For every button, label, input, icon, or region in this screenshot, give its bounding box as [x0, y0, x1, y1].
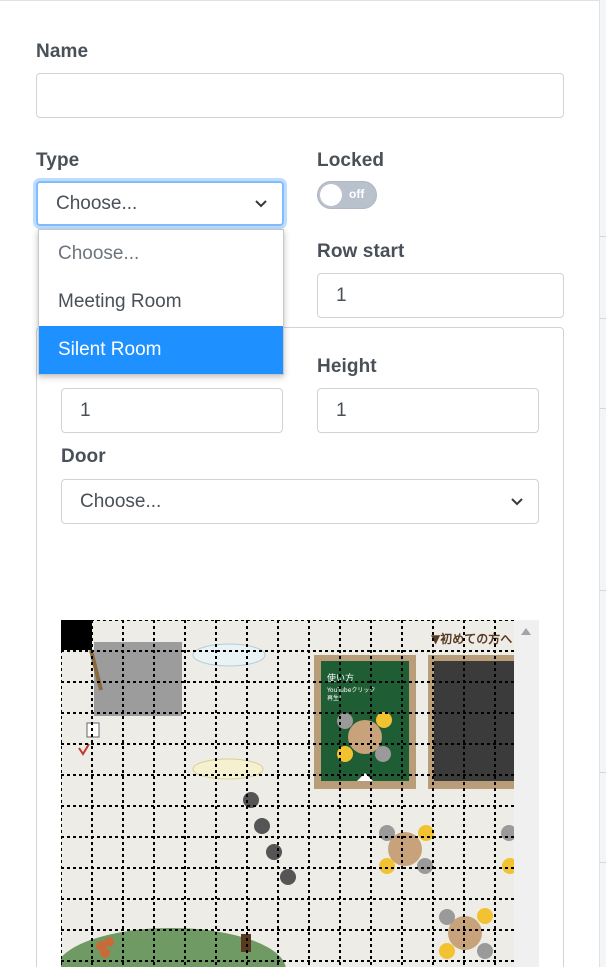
door-label: Door	[61, 446, 106, 467]
height-label: Height	[317, 356, 377, 377]
type-option-silent-room[interactable]: Silent Room	[39, 326, 283, 374]
room-edit-modal: Name Type Choose... Locked off Row start…	[0, 0, 600, 967]
scroll-up-icon[interactable]	[521, 628, 531, 635]
edge-divider	[600, 590, 606, 591]
type-option-meeting-room[interactable]: Meeting Room	[39, 278, 283, 326]
background-page-edge	[600, 0, 606, 967]
chevron-down-icon	[510, 495, 524, 509]
type-dropdown: Choose... Meeting Room Silent Room	[38, 229, 284, 375]
row-start-input[interactable]: 1	[317, 273, 564, 318]
width-value: 1	[80, 399, 91, 421]
name-label: Name	[36, 41, 89, 62]
corner-marker	[61, 620, 92, 650]
name-input[interactable]	[36, 73, 564, 118]
map-scrollbar[interactable]	[514, 620, 539, 967]
door-select[interactable]: Choose...	[61, 479, 539, 524]
edge-divider	[600, 318, 606, 319]
locked-toggle[interactable]: off	[317, 181, 377, 209]
type-select-value: Choose...	[56, 192, 138, 214]
height-input[interactable]: 1	[317, 388, 539, 433]
bubble-2	[192, 758, 264, 780]
edge-divider	[600, 772, 606, 773]
type-select[interactable]: Choose...	[36, 181, 284, 226]
type-option-choose[interactable]: Choose...	[39, 230, 283, 278]
chevron-down-icon	[254, 197, 268, 211]
rug	[94, 642, 182, 716]
width-input[interactable]: 1	[61, 388, 283, 433]
door-select-value: Choose...	[80, 490, 162, 512]
locked-toggle-state: off	[349, 187, 365, 201]
edge-divider	[600, 236, 606, 237]
toggle-knob	[320, 184, 342, 206]
height-value: 1	[336, 399, 347, 421]
edge-divider	[600, 862, 606, 863]
row-start-value: 1	[336, 284, 347, 306]
row-start-label: Row start	[317, 241, 405, 262]
edge-divider	[600, 408, 606, 409]
bubble-1	[192, 643, 266, 667]
board-line-1: YouTubeクリック	[326, 687, 375, 694]
floor-map[interactable]: 使い方 YouTubeクリック 再生! ▼初めての方へ	[61, 620, 539, 967]
map-heading: ▼初めての方へ	[431, 631, 512, 646]
type-label: Type	[36, 150, 80, 171]
locked-label: Locked	[317, 150, 385, 171]
